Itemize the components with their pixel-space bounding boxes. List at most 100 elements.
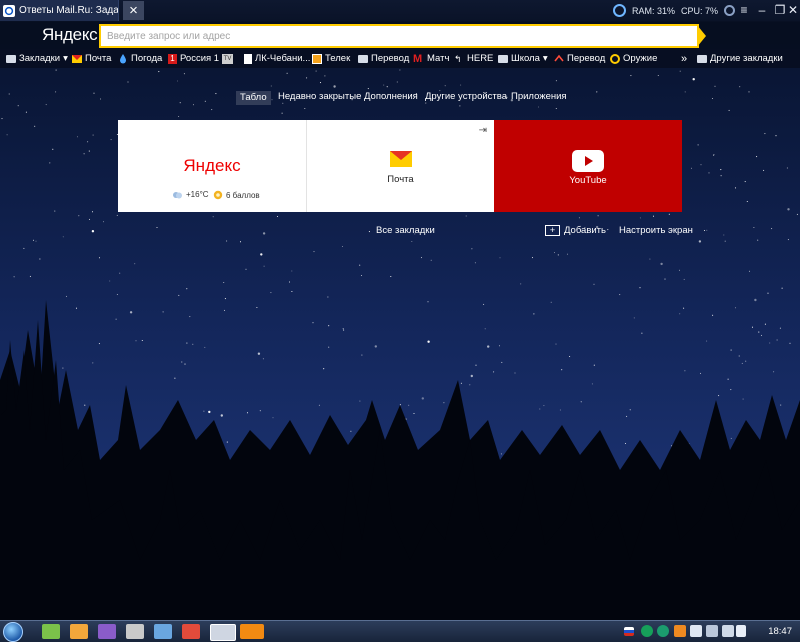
match-m-icon: M <box>413 52 423 65</box>
bookmark-lk-chebani[interactable]: ЛК-Чебани... <box>244 49 310 68</box>
taskbar-yandex-browser-icon[interactable] <box>210 624 236 641</box>
bookmarks-bar: Закладки ▾ Почта Погода 1 Россия 1 TV ЛК-… <box>0 49 800 68</box>
add-screen-icon: + <box>545 225 560 236</box>
bookmark-russia1[interactable]: 1 Россия 1 <box>168 49 219 68</box>
tab-tablo[interactable]: Табло <box>236 91 271 105</box>
folder-icon <box>498 54 508 63</box>
tab-other-devices[interactable]: Другие устройства <box>425 91 507 102</box>
gun-icon <box>610 53 620 64</box>
tab-title: Ответы Mail.Ru: Задать воп <box>19 5 118 16</box>
add-tile-button[interactable]: + Добавить <box>545 225 606 236</box>
search-input[interactable] <box>101 26 697 46</box>
bookmark-label: Погода <box>131 53 163 64</box>
tile-youtube[interactable]: YouTube <box>494 120 682 212</box>
bookmark-label: ЛК-Чебани... <box>255 53 311 64</box>
tab-strip: Ответы Mail.Ru: Задать воп × RAM: 31% CP… <box>0 0 800 22</box>
bookmark-label: Школа <box>511 53 540 64</box>
bookmark-match[interactable]: M Матч <box>413 49 449 68</box>
tab-close-icon[interactable]: × <box>123 1 144 20</box>
all-bookmarks-label: Все закладки <box>376 225 435 236</box>
bookmark-here[interactable]: ↰ HERE <box>454 49 493 68</box>
bookmarks-overflow-icon[interactable]: » <box>681 49 687 68</box>
bookmark-folder-zakladki[interactable]: Закладки ▾ <box>6 49 68 68</box>
language-flag-icon[interactable] <box>624 627 634 636</box>
bookmark-label: Перевод <box>567 53 606 64</box>
taskbar-clock[interactable]: 18:47 <box>768 621 792 642</box>
taskbar-file-icon[interactable] <box>154 624 172 639</box>
temperature-label: +16°C <box>186 190 209 199</box>
bookmark-other-folder[interactable]: Другие закладки <box>697 49 783 68</box>
tv-screen-icon <box>312 53 322 64</box>
taskbar-visualstudio-icon[interactable] <box>98 624 116 639</box>
start-button[interactable] <box>3 622 23 642</box>
tray-app-icon[interactable] <box>641 625 653 637</box>
bookmark-oruzhie[interactable]: Оружие <box>610 49 657 68</box>
taskbar-avast-icon[interactable] <box>240 624 264 639</box>
omnibox[interactable] <box>99 24 699 48</box>
mail-ru-favicon-icon <box>3 4 15 17</box>
bookmark-tv[interactable]: TV <box>222 49 233 68</box>
tab-mail-ru[interactable]: Ответы Mail.Ru: Задать воп <box>0 0 119 21</box>
tray-network-icon[interactable] <box>690 625 702 637</box>
taskbar: 18:47 <box>0 620 800 642</box>
omnibox-arrow-icon <box>697 25 706 47</box>
bookmark-perevod-folder[interactable]: Перевод <box>358 49 409 68</box>
russia1-icon: 1 <box>168 53 177 64</box>
yandex-logo-text: Яндекс <box>183 156 241 175</box>
tab-extensions[interactable]: Дополнения <box>364 91 418 102</box>
taskbar-paint-icon[interactable] <box>126 624 144 639</box>
newtab-nav: Табло Недавно закрытые Дополнения Другие… <box>0 91 800 105</box>
yandex-mail-icon <box>390 151 412 167</box>
taskbar-pdf-icon[interactable] <box>182 624 200 639</box>
address-bar-row: Яндекс <box>0 21 800 49</box>
weather-drop-icon <box>120 53 126 63</box>
tray-avast-icon[interactable] <box>674 625 686 637</box>
bookmark-perevod[interactable]: Перевод <box>554 49 605 68</box>
bookmark-telek[interactable]: Телек <box>312 49 350 68</box>
tab-applications[interactable]: Приложения <box>511 91 567 102</box>
bookmark-label: HERE <box>467 53 494 64</box>
tray-display-icon[interactable] <box>722 625 734 637</box>
tile-pochta[interactable]: ⇥ Почта <box>306 120 494 212</box>
bookmark-label: Почта <box>85 53 112 64</box>
chevron-down-icon: ▾ <box>542 53 548 64</box>
tile-label: YouTube <box>569 175 607 186</box>
weather-widget: +16°C <box>172 190 209 199</box>
traffic-widget: 6 баллов <box>213 190 260 200</box>
tile-yandex[interactable]: Яндекс +16°C 6 баллов <box>118 120 306 212</box>
mail-icon <box>72 54 82 63</box>
folder-icon <box>6 54 16 63</box>
bookmark-label: Оружие <box>623 53 658 64</box>
close-window-button[interactable]: ✕ <box>782 0 800 20</box>
tray-volume-icon[interactable] <box>736 625 746 637</box>
bookmark-pogoda[interactable]: Погода <box>118 49 162 68</box>
traffic-icon <box>213 190 223 200</box>
bookmark-label: Перевод <box>371 53 410 64</box>
cloud-icon <box>173 191 182 198</box>
folder-icon <box>358 54 368 63</box>
bookmark-label: Россия 1 <box>180 53 220 64</box>
login-icon[interactable]: ⇥ <box>479 125 487 136</box>
yandex-logo: Яндекс <box>118 156 306 176</box>
bookmark-label: Закладки <box>19 53 61 64</box>
system-monitor: RAM: 31% CPU: 7% <box>613 2 736 19</box>
traffic-label: 6 баллов <box>226 190 260 200</box>
folder-icon <box>697 54 707 63</box>
customize-label: Настроить экран <box>619 225 693 236</box>
bookmark-pochta[interactable]: Почта <box>72 49 111 68</box>
bookmark-label: Матч <box>427 53 450 64</box>
tab-recently-closed[interactable]: Недавно закрытые <box>278 91 361 102</box>
bookmark-label: Другие закладки <box>710 53 783 64</box>
taskbar-app-icon[interactable] <box>42 624 60 639</box>
taskbar-media-icon[interactable] <box>70 624 88 639</box>
yandex-browser-logo[interactable]: Яндекс <box>42 25 98 45</box>
bookmark-label: Телек <box>325 53 351 64</box>
monitor-icon <box>613 4 626 17</box>
customize-screen-link[interactable]: Настроить экран <box>619 225 693 236</box>
tray-utorrent-icon[interactable] <box>657 625 669 637</box>
cpu-usage: CPU: 7% <box>681 5 719 16</box>
all-bookmarks-link[interactable]: Все закладки <box>376 225 435 236</box>
translate-icon <box>554 54 564 61</box>
bookmark-folder-shkola[interactable]: Школа ▾ <box>498 49 548 68</box>
tray-flag-icon[interactable] <box>706 625 718 637</box>
